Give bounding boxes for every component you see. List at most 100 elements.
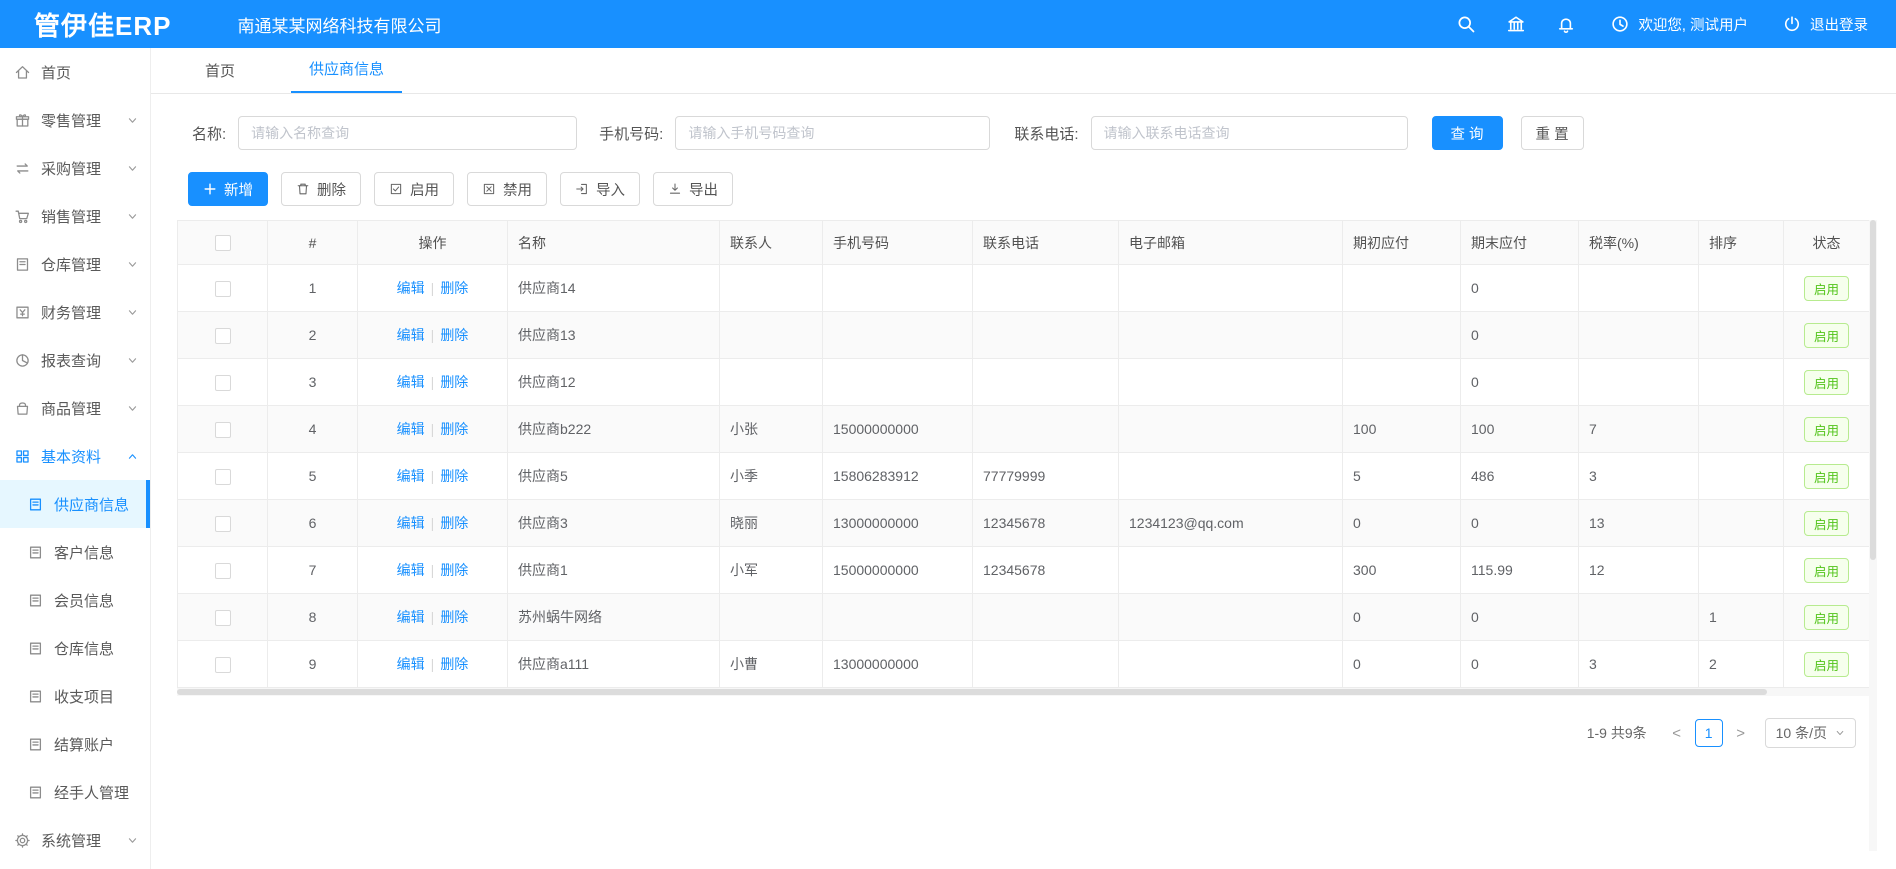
tab-home[interactable]: 首页 (187, 48, 253, 93)
row-sort-cell (1699, 312, 1784, 359)
search-button[interactable]: 查 询 (1432, 116, 1503, 150)
edit-link[interactable]: 编辑 (397, 374, 425, 390)
delete-link[interactable]: 删除 (440, 468, 468, 484)
edit-link[interactable]: 编辑 (397, 656, 425, 672)
page-size-select[interactable]: 10 条/页 (1765, 718, 1856, 748)
row-closing-payable-cell: 100 (1461, 406, 1579, 453)
sidebar-item-label: 首页 (41, 62, 71, 83)
edit-link[interactable]: 编辑 (397, 421, 425, 437)
disable-button[interactable]: 禁用 (467, 172, 547, 206)
sidebar-item-label: 会员信息 (54, 590, 114, 611)
bank-icon[interactable] (1506, 14, 1526, 34)
sidebar-item-10[interactable]: 客户信息 (0, 528, 150, 576)
chevron-down-icon (127, 307, 138, 318)
purchase-icon (14, 160, 31, 177)
sidebar-item-12[interactable]: 仓库信息 (0, 624, 150, 672)
doc-icon (27, 640, 44, 657)
row-phone-cell (823, 312, 973, 359)
row-checkbox[interactable] (215, 563, 231, 579)
import-button[interactable]: 导入 (560, 172, 640, 206)
vscroll-thumb[interactable] (1870, 220, 1876, 560)
status-badge: 启用 (1804, 464, 1849, 489)
row-tel-cell (973, 641, 1119, 688)
delete-link[interactable]: 删除 (440, 421, 468, 437)
search-icon[interactable] (1456, 14, 1476, 34)
row-status-cell: 启用 (1784, 312, 1870, 359)
welcome-user[interactable]: 欢迎您, 测试用户 (1610, 14, 1748, 35)
row-status-cell: 启用 (1784, 500, 1870, 547)
row-email-cell (1119, 594, 1343, 641)
sidebar-item-9[interactable]: 供应商信息 (0, 480, 150, 528)
sidebar-item-0[interactable]: 首页 (0, 48, 150, 96)
name-filter-input[interactable] (238, 116, 577, 150)
prev-page-button[interactable]: < (1663, 719, 1691, 747)
current-page-button[interactable]: 1 (1695, 719, 1723, 747)
reset-button[interactable]: 重 置 (1521, 116, 1584, 150)
delete-link[interactable]: 删除 (440, 562, 468, 578)
status-badge: 启用 (1804, 370, 1849, 395)
edit-link[interactable]: 编辑 (397, 327, 425, 343)
add-button[interactable]: 新增 (188, 172, 268, 206)
topbar-right: 欢迎您, 测试用户 退出登录 (1426, 14, 1868, 35)
tab-supplier-info[interactable]: 供应商信息 (291, 46, 402, 93)
row-tel-cell: 12345678 (973, 500, 1119, 547)
row-opening-payable-cell: 300 (1343, 547, 1461, 594)
row-checkbox[interactable] (215, 469, 231, 485)
delete-button[interactable]: 删除 (281, 172, 361, 206)
edit-link[interactable]: 编辑 (397, 515, 425, 531)
row-checkbox[interactable] (215, 422, 231, 438)
enable-button[interactable]: 启用 (374, 172, 454, 206)
row-tax-rate-cell: 3 (1579, 453, 1699, 500)
plus-icon (203, 182, 217, 196)
edit-link[interactable]: 编辑 (397, 468, 425, 484)
row-checkbox[interactable] (215, 516, 231, 532)
row-checkbox[interactable] (215, 610, 231, 626)
delete-link[interactable]: 删除 (440, 374, 468, 390)
sidebar-item-14[interactable]: 结算账户 (0, 720, 150, 768)
hscroll-thumb[interactable] (177, 689, 1767, 695)
row-email-cell (1119, 359, 1343, 406)
logout-text: 退出登录 (1810, 14, 1868, 35)
sidebar-item-8[interactable]: 基本资料 (0, 432, 150, 480)
export-button[interactable]: 导出 (653, 172, 733, 206)
sidebar-item-2[interactable]: 采购管理 (0, 144, 150, 192)
table-body: 1编辑|删除供应商140启用2编辑|删除供应商130启用3编辑|删除供应商120… (178, 265, 1870, 688)
sidebar-item-1[interactable]: 零售管理 (0, 96, 150, 144)
sidebar-item-5[interactable]: 财务管理 (0, 288, 150, 336)
table-vertical-scrollbar[interactable] (1869, 220, 1877, 851)
name-filter-label: 名称: (192, 123, 226, 144)
row-tax-rate-cell: 3 (1579, 641, 1699, 688)
row-checkbox[interactable] (215, 657, 231, 673)
row-checkbox[interactable] (215, 281, 231, 297)
sidebar-item-16[interactable]: 系统管理 (0, 816, 150, 864)
delete-link[interactable]: 删除 (440, 515, 468, 531)
app-root: 管伊佳ERP 南通某某网络科技有限公司 欢迎您, 测试用户 退出登录 首页零售管… (0, 0, 1896, 869)
table-row: 9编辑|删除供应商a111小曹130000000000032启用 (178, 641, 1870, 688)
sidebar-item-6[interactable]: 报表查询 (0, 336, 150, 384)
sidebar-item-7[interactable]: 商品管理 (0, 384, 150, 432)
sidebar-item-11[interactable]: 会员信息 (0, 576, 150, 624)
tel-filter-input[interactable] (1091, 116, 1408, 150)
phone-filter-input[interactable] (675, 116, 990, 150)
edit-link[interactable]: 编辑 (397, 562, 425, 578)
sidebar-item-4[interactable]: 仓库管理 (0, 240, 150, 288)
delete-link[interactable]: 删除 (440, 280, 468, 296)
sidebar-item-13[interactable]: 收支项目 (0, 672, 150, 720)
edit-link[interactable]: 编辑 (397, 609, 425, 625)
select-all-checkbox[interactable] (215, 235, 231, 251)
status-badge: 启用 (1804, 605, 1849, 630)
logout-button[interactable]: 退出登录 (1782, 14, 1868, 35)
bell-icon[interactable] (1556, 14, 1576, 34)
row-checkbox[interactable] (215, 375, 231, 391)
sidebar-item-label: 销售管理 (41, 206, 101, 227)
delete-link[interactable]: 删除 (440, 327, 468, 343)
delete-link[interactable]: 删除 (440, 609, 468, 625)
delete-link[interactable]: 删除 (440, 656, 468, 672)
sidebar-item-3[interactable]: 销售管理 (0, 192, 150, 240)
table-horizontal-scrollbar[interactable] (177, 688, 1877, 696)
sidebar-item-15[interactable]: 经手人管理 (0, 768, 150, 816)
edit-link[interactable]: 编辑 (397, 280, 425, 296)
next-page-button[interactable]: > (1727, 719, 1755, 747)
column-header: 手机号码 (823, 221, 973, 265)
row-checkbox[interactable] (215, 328, 231, 344)
